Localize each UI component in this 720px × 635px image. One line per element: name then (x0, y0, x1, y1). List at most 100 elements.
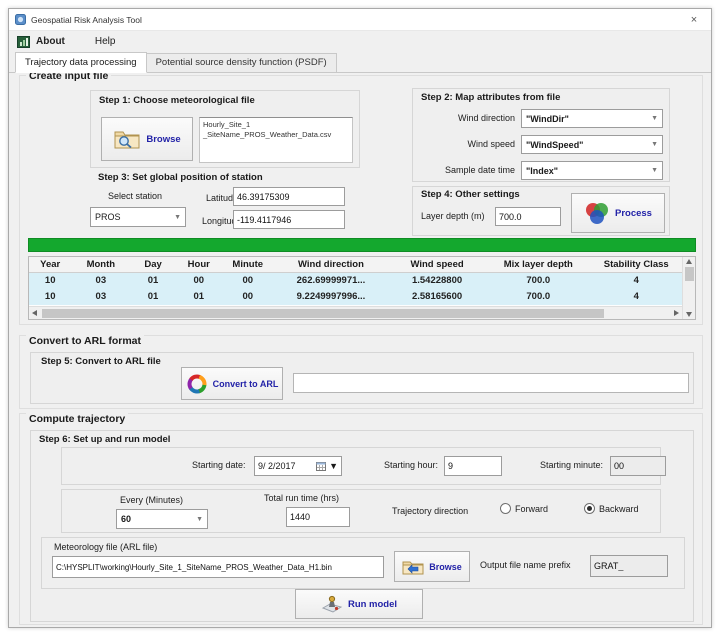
app-window: Geospatial Risk Analysis Tool × About He… (8, 8, 712, 628)
rgb-circles-icon (584, 200, 610, 226)
horizontal-scrollbar[interactable] (29, 306, 682, 319)
process-button[interactable]: Process (571, 193, 665, 233)
cell: 03 (71, 289, 130, 305)
browse-met-file-label: Browse (146, 134, 180, 145)
wind-speed-label: Wind speed (417, 139, 515, 149)
cell: 01 (130, 289, 176, 305)
col-mix-layer-depth: Mix layer depth (486, 257, 590, 272)
step2-label: Step 2: Map attributes from file (421, 92, 560, 103)
scroll-down-icon[interactable] (686, 312, 692, 317)
step4-label: Step 4: Other settings (421, 189, 520, 200)
folder-arrow-icon (402, 558, 424, 576)
wind-speed-select[interactable]: "WindSpeed" ▼ (521, 135, 663, 154)
cell: 00 (176, 273, 222, 289)
scroll-up-icon[interactable] (686, 259, 692, 264)
starting-date-value: 9/ 2/2017 (258, 461, 296, 471)
total-run-time-input[interactable] (286, 507, 350, 527)
every-minutes-select[interactable]: 60 ▼ (116, 509, 208, 529)
met-arl-file-input[interactable] (52, 556, 384, 578)
table-header-row: Year Month Day Hour Minute Wind directio… (29, 257, 682, 273)
cell: 700.0 (486, 273, 590, 289)
scroll-left-icon[interactable] (32, 310, 37, 316)
col-wind-direction: Wind direction (274, 257, 388, 272)
backward-radio[interactable]: Backward (584, 503, 639, 514)
scroll-right-icon[interactable] (674, 310, 679, 316)
cell: 00 (222, 289, 274, 305)
starting-hour-input[interactable] (444, 456, 502, 476)
browse-arl-button[interactable]: Browse (394, 551, 470, 582)
wind-speed-value: "WindSpeed" (526, 140, 583, 150)
cell: 262.69999971... (274, 273, 388, 289)
starting-date-label: Starting date: (192, 460, 246, 470)
cell: 9.2249997996... (274, 289, 388, 305)
app-icon (15, 14, 26, 25)
cell: 03 (71, 273, 130, 289)
step2-panel: Step 2: Map attributes from file Wind di… (412, 88, 670, 182)
window-title: Geospatial Risk Analysis Tool (31, 15, 142, 25)
process-label: Process (615, 208, 652, 219)
convert-arl-group-label: Convert to ARL format (26, 335, 144, 347)
wind-direction-label: Wind direction (417, 113, 515, 123)
step6-panel: Step 6: Set up and run model Starting da… (30, 430, 694, 622)
table-row[interactable]: 10 03 01 01 00 9.2249997996... 2.5816560… (29, 289, 682, 305)
wind-direction-select[interactable]: "WindDir" ▼ (521, 109, 663, 128)
starting-minute-input[interactable] (610, 456, 666, 476)
cell: 10 (29, 289, 71, 305)
table-row[interactable]: 10 03 01 00 00 262.69999971... 1.5422880… (29, 273, 682, 289)
chevron-down-icon: ▼ (329, 461, 338, 471)
color-ring-icon (186, 373, 208, 395)
met-arl-file-panel: Meteorology file (ARL file) Browse Outpu… (41, 537, 685, 589)
close-icon[interactable]: × (685, 12, 703, 28)
create-input-file-group: Create input file Step 1: Choose meteoro… (19, 75, 703, 325)
starting-minute-label: Starting minute: (540, 460, 603, 470)
vertical-scrollbar[interactable] (682, 257, 695, 319)
compute-trajectory-group: Compute trajectory Step 6: Set up and ru… (19, 413, 703, 625)
col-hour: Hour (176, 257, 222, 272)
sample-date-time-select[interactable]: "Index" ▼ (521, 161, 663, 180)
folder-search-icon (113, 127, 141, 151)
run-model-button[interactable]: Run model (295, 589, 423, 619)
menu-bar: About Help (9, 31, 711, 52)
sample-date-time-value: "Index" (526, 166, 558, 176)
start-datetime-panel: Starting date: 9/ 2/2017 ▼ Starting hour… (61, 447, 661, 485)
browse-met-file-button[interactable]: Browse (101, 117, 193, 161)
cell: 1.54228800 (388, 273, 486, 289)
sample-date-time-label: Sample date time (417, 165, 515, 175)
cell: 10 (29, 273, 71, 289)
output-prefix-input[interactable] (590, 555, 668, 577)
latitude-input[interactable] (233, 187, 345, 206)
station-value: PROS (95, 212, 121, 222)
convert-to-arl-button[interactable]: Convert to ARL (181, 367, 283, 400)
chevron-down-icon: ▼ (174, 214, 181, 221)
weather-data-table: Year Month Day Hour Minute Wind directio… (28, 256, 696, 320)
browse-arl-label: Browse (429, 562, 462, 572)
compute-trajectory-label: Compute trajectory (26, 413, 128, 425)
run-settings-panel: Every (Minutes) 60 ▼ Total run time (hrs… (61, 489, 661, 533)
run-model-icon (321, 594, 343, 614)
convert-arl-group: Convert to ARL format Step 5: Convert to… (19, 335, 703, 409)
step3-label: Step 3: Set global position of station (98, 172, 263, 183)
step6-label: Step 6: Set up and run model (39, 434, 170, 445)
chevron-down-icon: ▼ (651, 115, 658, 122)
vertical-scroll-thumb[interactable] (685, 267, 694, 281)
backward-radio-label: Backward (599, 504, 639, 514)
menu-about[interactable]: About (30, 34, 71, 49)
table-main: Year Month Day Hour Minute Wind directio… (29, 257, 682, 319)
longitude-input[interactable] (233, 210, 345, 229)
forward-radio[interactable]: Forward (500, 503, 548, 514)
tab-strip: Trajectory data processing Potential sou… (9, 52, 711, 73)
step5-label: Step 5: Convert to ARL file (41, 356, 161, 367)
every-minutes-label: Every (Minutes) (120, 495, 183, 505)
col-wind-speed: Wind speed (388, 257, 486, 272)
menu-help[interactable]: Help (89, 34, 122, 49)
horizontal-scroll-thumb[interactable] (42, 309, 604, 318)
layer-depth-input[interactable] (495, 207, 561, 226)
tab-psdf[interactable]: Potential source density function (PSDF) (147, 53, 337, 73)
cell: 4 (591, 273, 682, 289)
station-select[interactable]: PROS ▼ (90, 207, 186, 227)
forward-radio-label: Forward (515, 504, 548, 514)
tab-trajectory-data-processing[interactable]: Trajectory data processing (15, 52, 147, 73)
every-minutes-value: 60 (121, 514, 131, 524)
met-arl-file-label: Meteorology file (ARL file) (54, 542, 157, 552)
starting-date-picker[interactable]: 9/ 2/2017 ▼ (254, 456, 342, 476)
